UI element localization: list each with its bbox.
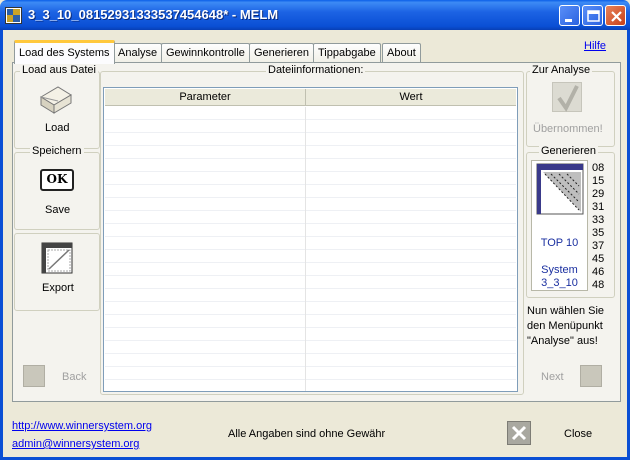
tab-load-des-systems[interactable]: Load des Systems (14, 40, 115, 64)
list-item: 35 (592, 227, 605, 239)
tab-about[interactable]: About (382, 43, 421, 63)
maximize-icon (587, 10, 600, 22)
website-link[interactable]: http://www.winnersystem.org (12, 420, 152, 432)
close-icon (611, 11, 622, 22)
list-item: 15 (592, 175, 605, 187)
card-system-label: System (541, 264, 578, 276)
column-header-wert[interactable]: Wert (306, 89, 516, 106)
system-card[interactable]: TOP 10 System 3_3_10 (531, 160, 588, 291)
close-button[interactable] (507, 421, 531, 445)
next-label: Next (541, 371, 564, 383)
save-label: Save (45, 204, 71, 216)
tab-generieren[interactable]: Generieren (249, 43, 315, 63)
minimize-button[interactable] (559, 5, 580, 26)
hint-line-3: "Analyse" aus! (527, 335, 598, 347)
close-window-button[interactable] (605, 5, 626, 26)
load-button[interactable] (38, 83, 74, 118)
uebernehmen-button[interactable] (552, 82, 582, 112)
list-item: 08 (592, 162, 605, 174)
list-item: 48 (592, 279, 605, 291)
list-item: 33 (592, 214, 605, 226)
envelope-icon (40, 86, 72, 114)
save-group-label: Speichern (30, 145, 84, 157)
close-x-icon (511, 425, 527, 441)
disclaimer-text: Alle Angaben sind ohne Gewähr (228, 428, 386, 440)
file-info-table[interactable]: Parameter Wert (103, 87, 518, 392)
close-label: Close (564, 428, 593, 440)
list-item: 31 (592, 201, 605, 213)
title-bar[interactable]: 3_3_10_08152931333537454648* - MELM (0, 0, 630, 30)
load-group-label: Load aus Datei (20, 64, 98, 76)
tab-tippabgabe[interactable]: Tippabgabe (313, 43, 381, 63)
export-grid-icon (41, 242, 73, 274)
tab-analyse[interactable]: Analyse (113, 43, 163, 63)
list-item: 45 (592, 253, 605, 265)
next-button[interactable] (580, 365, 602, 387)
column-header-parameter[interactable]: Parameter (105, 89, 306, 106)
list-item: 46 (592, 266, 605, 278)
app-icon[interactable] (5, 7, 22, 24)
uebernommen-label: Übernommen! (533, 123, 603, 135)
number-list: 08 15 29 31 33 35 37 45 46 48 (592, 162, 612, 292)
card-system-id: 3_3_10 (541, 277, 578, 289)
checkmark-icon (557, 85, 579, 112)
file-info-label: Dateiinformationen: (266, 64, 366, 76)
card-top-label: TOP 10 (540, 237, 579, 249)
help-link[interactable]: Hilfe (584, 40, 606, 52)
generieren-label: Generieren (539, 145, 599, 157)
ok-icon: OK (46, 172, 68, 186)
save-group (14, 152, 100, 230)
email-link[interactable]: admin@winnersystem.org (12, 438, 139, 450)
hint-line-2: den Menüpunkt (527, 320, 603, 332)
tab-gewinnkontrolle[interactable]: Gewinnkontrolle (161, 43, 250, 63)
back-button[interactable] (23, 365, 45, 387)
column-divider (305, 107, 306, 391)
table-body[interactable] (105, 107, 516, 391)
hint-text: Nun wählen Sie den Menüpunkt "Analyse" a… (527, 304, 621, 349)
back-label: Back (62, 371, 87, 383)
table-header: Parameter Wert (105, 89, 516, 106)
load-label: Load (45, 122, 70, 134)
window-title: 3_3_10_08152931333537454648* - MELM (28, 7, 279, 22)
hint-line-1: Nun wählen Sie (527, 305, 605, 317)
system-grid-icon (536, 163, 584, 215)
export-label: Export (42, 282, 74, 294)
list-item: 37 (592, 240, 605, 252)
zur-analyse-label: Zur Analyse (530, 64, 593, 76)
list-item: 29 (592, 188, 605, 200)
minimize-icon (565, 19, 572, 22)
save-button[interactable]: OK (40, 169, 74, 191)
export-button[interactable] (41, 242, 73, 277)
maximize-button[interactable] (582, 5, 603, 26)
